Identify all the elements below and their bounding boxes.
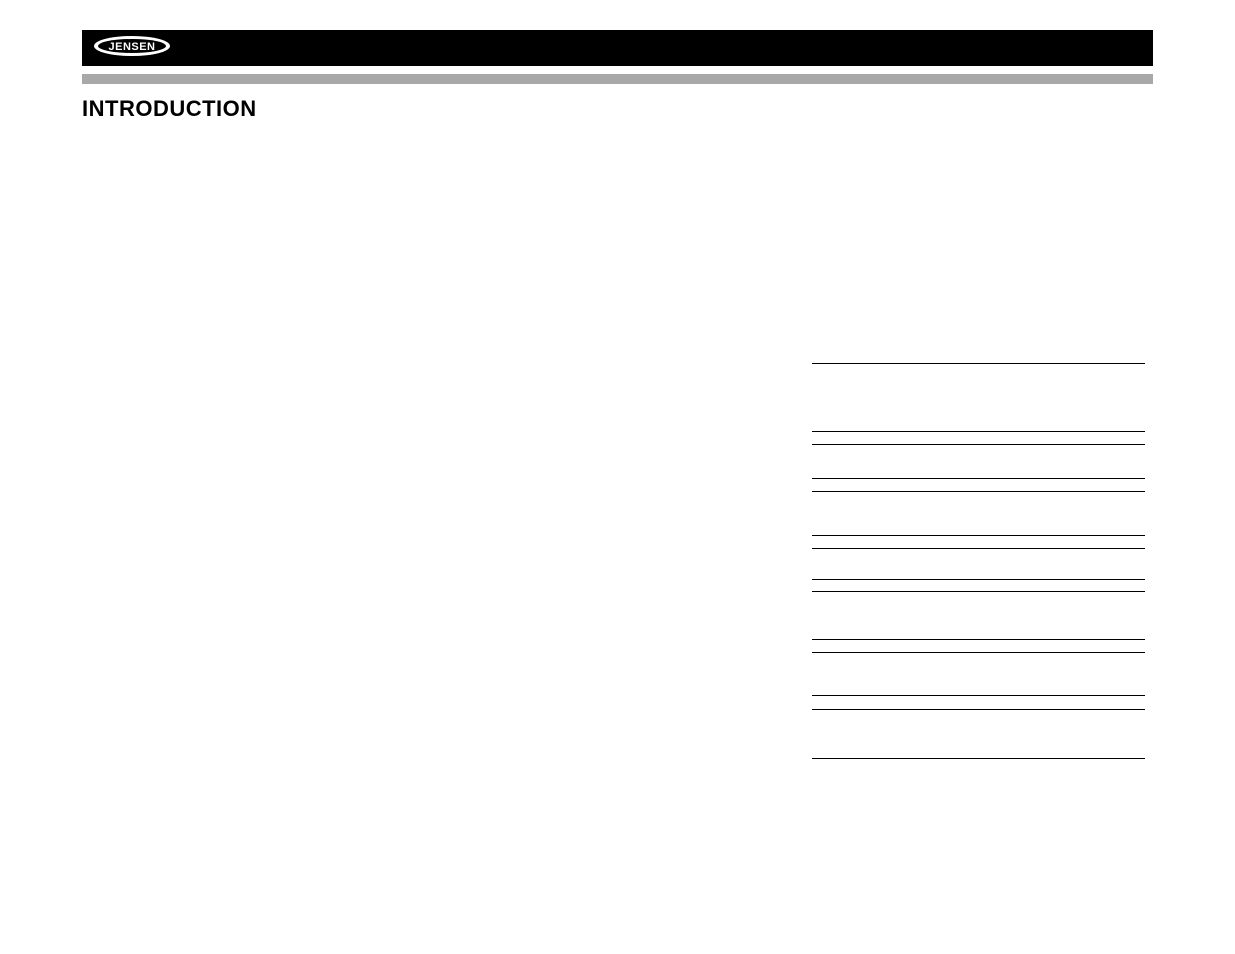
form-line <box>812 639 1145 640</box>
svg-text:JENSEN: JENSEN <box>108 41 155 53</box>
form-line <box>812 758 1145 759</box>
form-line <box>812 444 1145 445</box>
form-line <box>812 491 1145 492</box>
form-line <box>812 652 1145 653</box>
form-line <box>812 478 1145 479</box>
grey-divider-bar <box>82 74 1153 84</box>
form-line <box>812 709 1145 710</box>
form-line <box>812 431 1145 432</box>
form-line <box>812 579 1145 580</box>
form-line <box>812 548 1145 549</box>
page-title: INTRODUCTION <box>82 96 1153 122</box>
form-line <box>812 695 1145 696</box>
form-line <box>812 535 1145 536</box>
header-bar: JENSEN <box>82 30 1153 66</box>
form-line <box>812 363 1145 364</box>
form-line <box>812 591 1145 592</box>
jensen-logo: JENSEN <box>92 34 172 63</box>
